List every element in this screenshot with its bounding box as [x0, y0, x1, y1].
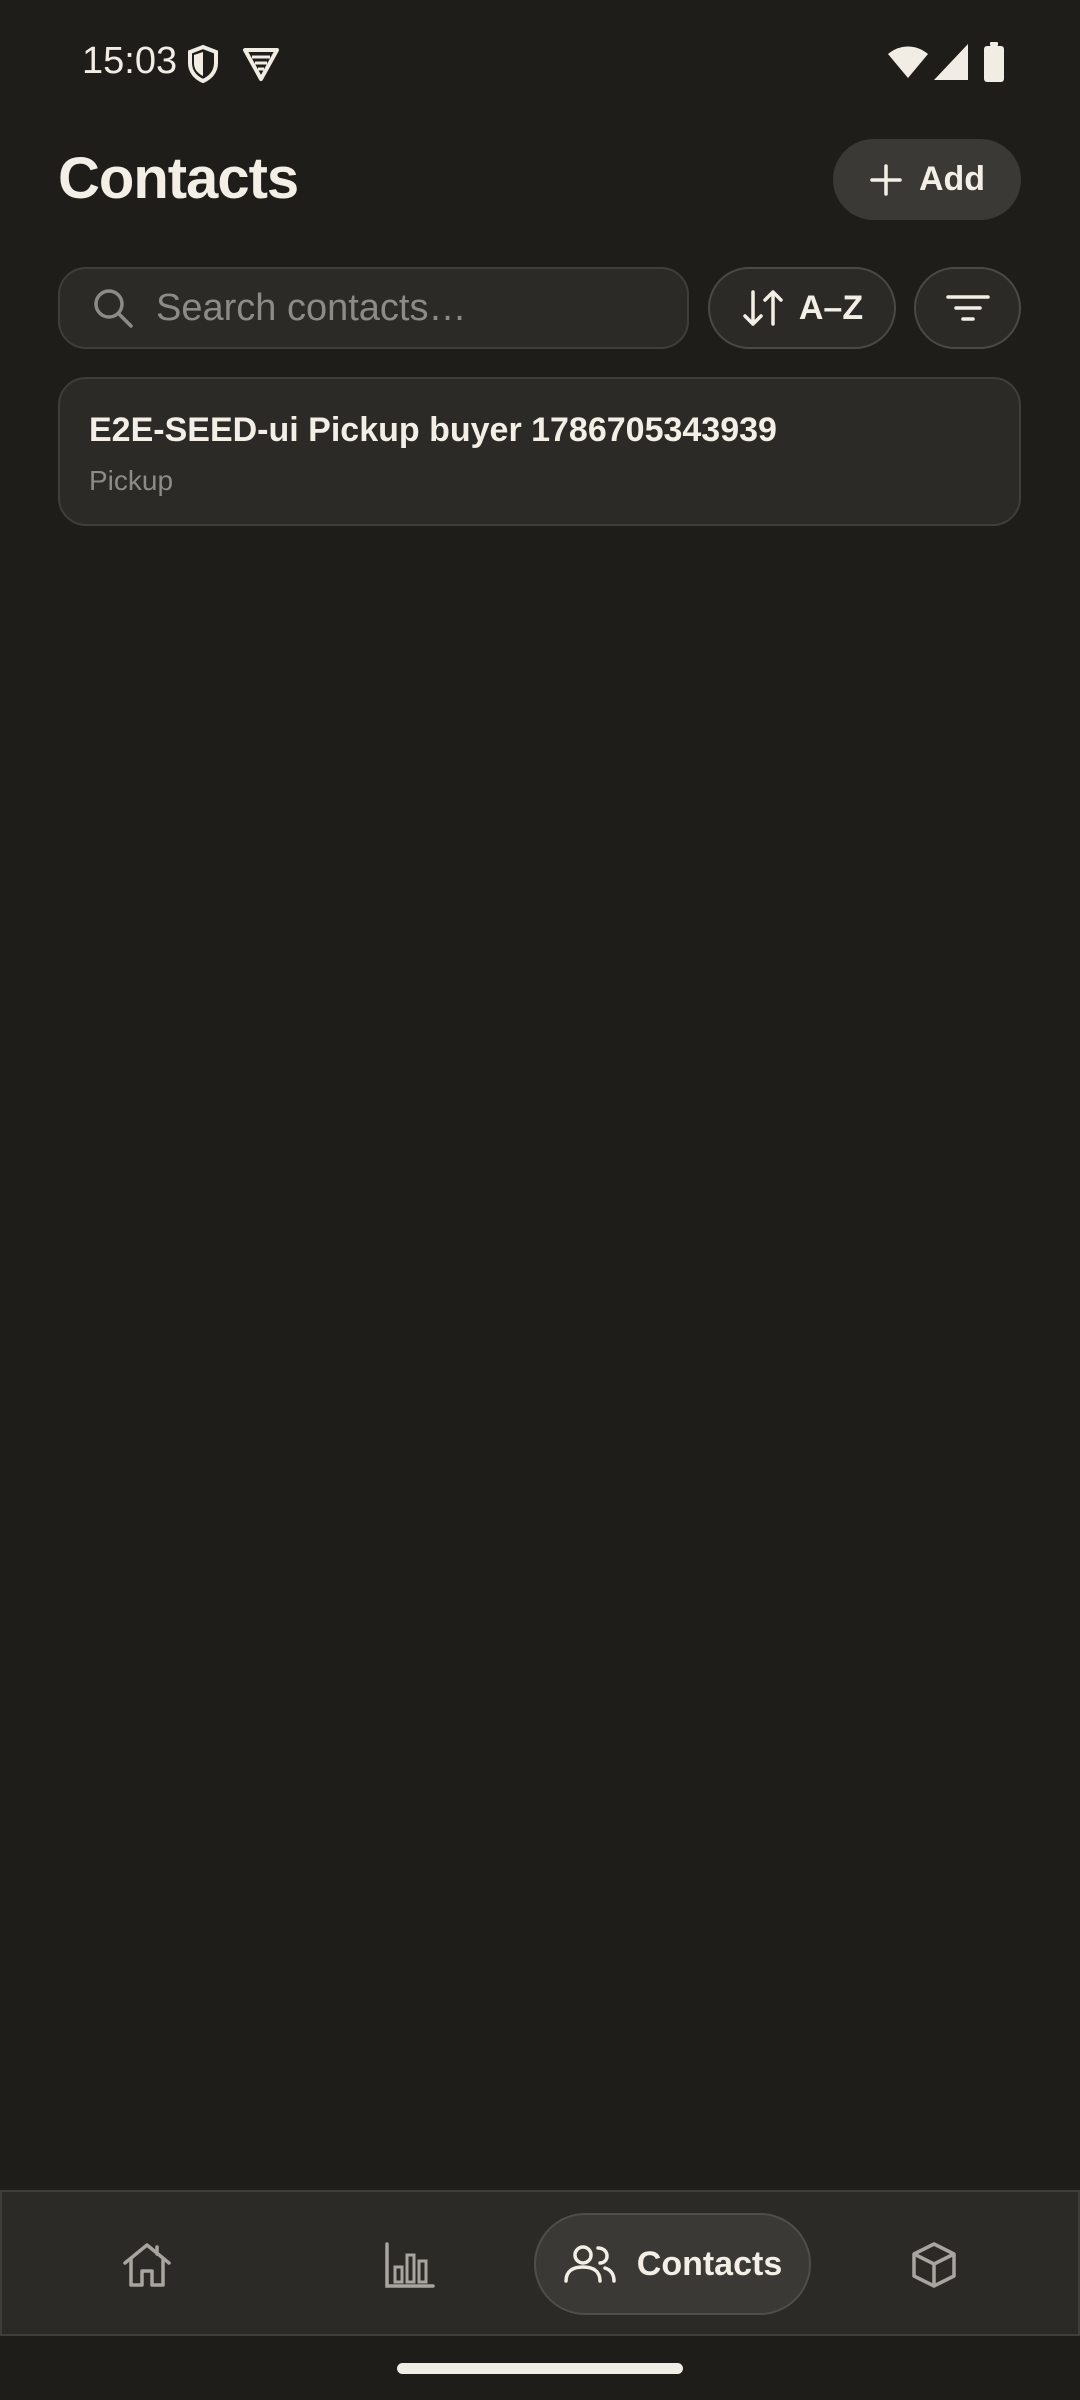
contacts-screen: 15:03 Contacts Add Search contacts… A–Z …: [0, 0, 1080, 2400]
filter-button[interactable]: [914, 267, 1021, 349]
add-button-label: Add: [918, 160, 986, 198]
contact-list-item[interactable]: E2E-SEED-ui Pickup buyer 1786705343939 P…: [58, 377, 1021, 526]
home-indicator[interactable]: [397, 2363, 683, 2374]
filter-icon: [945, 295, 990, 321]
nav-stats[interactable]: [360, 2192, 460, 2338]
wifi-icon: [888, 46, 928, 78]
plus-icon: [870, 163, 902, 196]
add-contact-button[interactable]: Add: [833, 139, 1021, 220]
sort-label: A–Z: [798, 288, 864, 327]
signal-icon: [934, 44, 968, 80]
nav-contacts-label: Contacts: [636, 2244, 783, 2283]
box-icon: [912, 2242, 956, 2288]
bottom-navigation: Contacts: [0, 2190, 1080, 2336]
vpn-icon: [243, 48, 279, 81]
status-bar: 15:03: [0, 0, 1080, 130]
page-title: Contacts: [58, 146, 299, 211]
contact-name: E2E-SEED-ui Pickup buyer 1786705343939: [89, 411, 777, 449]
search-box[interactable]: [58, 267, 689, 349]
nav-inventory[interactable]: [884, 2192, 984, 2338]
home-icon: [123, 2243, 171, 2287]
contact-type: Pickup: [89, 465, 174, 496]
battery-icon: [984, 42, 1004, 82]
shield-icon: [188, 44, 218, 84]
people-icon: [564, 2245, 616, 2283]
nav-home[interactable]: [97, 2192, 197, 2338]
sort-arrows-icon: [743, 290, 783, 326]
sort-button[interactable]: A–Z: [708, 267, 896, 349]
bar-chart-icon: [385, 2242, 435, 2288]
search-input[interactable]: [156, 286, 676, 330]
status-time: 15:03: [82, 40, 178, 82]
nav-contacts[interactable]: Contacts: [534, 2213, 811, 2315]
search-icon: [94, 289, 133, 328]
